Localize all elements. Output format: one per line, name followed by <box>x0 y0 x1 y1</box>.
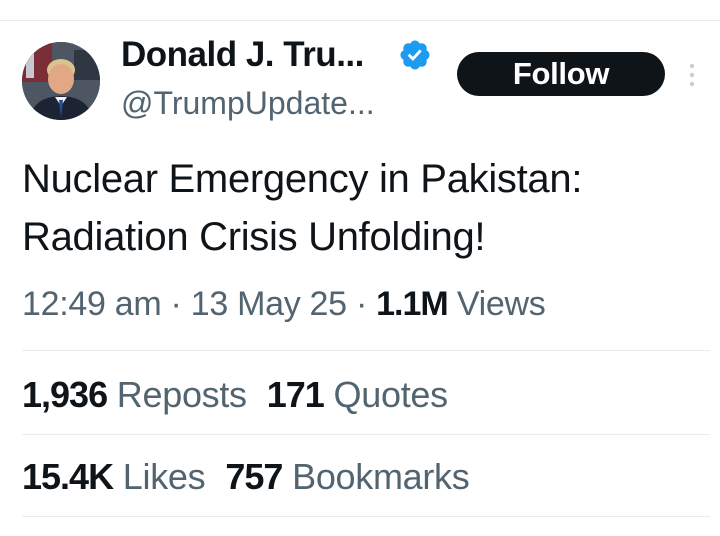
avatar[interactable] <box>22 42 100 120</box>
reposts-stat[interactable]: 1,936 Reposts <box>22 374 247 415</box>
reposts-count: 1,936 <box>22 374 108 415</box>
reposts-label: Reposts <box>116 374 247 415</box>
stats-row-reposts-quotes: 1,936 Reposts 171 Quotes <box>22 373 468 417</box>
meta-separator-1: · <box>170 285 182 323</box>
stats-row-likes-bookmarks: 15.4K Likes 757 Bookmarks <box>22 455 489 499</box>
tweet-meta: 12:49 am · 13 May 25 · 1.1M Views <box>22 282 546 326</box>
views-count[interactable]: 1.1M <box>376 285 449 323</box>
tweet-text-line-2: Radiation Crisis Unfolding! <box>22 215 486 259</box>
meta-separator-2: · <box>355 285 367 323</box>
divider <box>22 516 710 517</box>
verified-badge-icon <box>400 40 430 70</box>
tweet-page: Donald J. Tru... @TrumpUpdate... Follow … <box>0 0 720 536</box>
follow-button[interactable]: Follow <box>457 52 665 96</box>
likes-count: 15.4K <box>22 456 114 497</box>
more-options-icon[interactable] <box>684 60 700 90</box>
tweet-text-line-1: Nuclear Emergency in Pakistan: <box>22 157 583 201</box>
display-name[interactable]: Donald J. Tru... <box>121 34 364 76</box>
divider <box>22 434 710 435</box>
handle[interactable]: @TrumpUpdate... <box>121 84 375 122</box>
views-label[interactable]: Views <box>457 285 546 323</box>
tweet-text: Nuclear Emergency in Pakistan: Radiation… <box>22 150 712 266</box>
likes-stat[interactable]: 15.4K Likes <box>22 456 206 497</box>
bookmarks-stat[interactable]: 757 Bookmarks <box>225 456 469 497</box>
tweet-date[interactable]: 13 May 25 <box>191 285 347 323</box>
likes-label: Likes <box>122 456 206 497</box>
top-divider <box>0 20 720 21</box>
divider <box>22 350 710 351</box>
quotes-count: 171 <box>266 374 325 415</box>
quotes-label: Quotes <box>333 374 449 415</box>
bookmarks-count: 757 <box>225 456 283 497</box>
tweet-time[interactable]: 12:49 am <box>22 285 162 323</box>
bookmarks-label: Bookmarks <box>292 456 470 497</box>
quotes-stat[interactable]: 171 Quotes <box>267 374 448 415</box>
